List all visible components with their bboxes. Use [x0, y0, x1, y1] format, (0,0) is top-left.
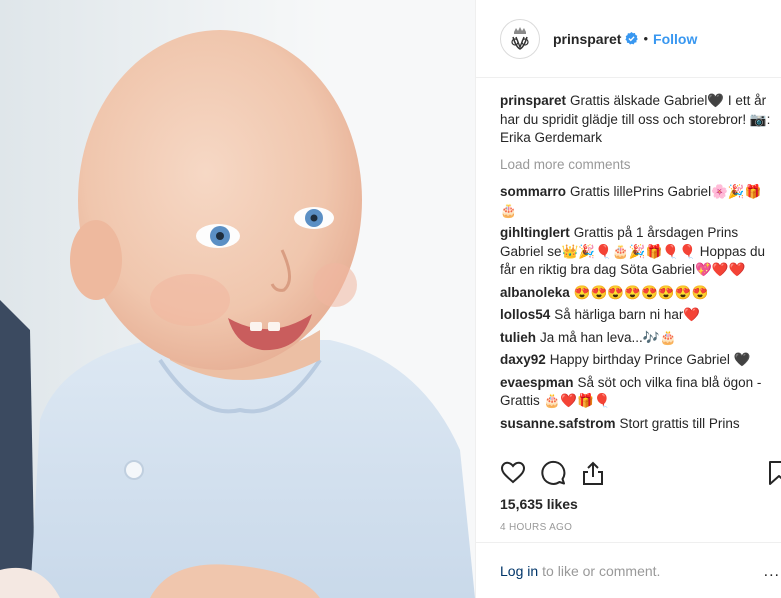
comment-text: Så härliga barn ni har❤️ [554, 307, 701, 322]
comment-icon[interactable] [540, 460, 566, 486]
verified-badge-icon [625, 32, 639, 45]
comment-username[interactable]: daxy92 [500, 352, 546, 367]
avatar[interactable] [500, 18, 540, 59]
comment-username[interactable]: albanoleka [500, 285, 570, 300]
heart-icon[interactable] [500, 460, 526, 486]
caption: prinsparet Grattis älskade Gabriel🖤 I ett… [500, 92, 777, 148]
list-item: albanoleka 😍😍😍😍😍😍😍😍 [500, 284, 777, 303]
login-prompt-text: to like or comment. [542, 562, 661, 579]
list-item: daxy92 Happy birthday Prince Gabriel 🖤 [500, 351, 777, 370]
list-item: susanne.safstrom Stort grattis till Prins [500, 415, 777, 434]
post-actions [500, 460, 781, 490]
post-timestamp[interactable]: 4 HOURS AGO [500, 522, 572, 533]
comment-text: Ja må han leva...🎶🎂 [540, 329, 677, 345]
list-item: tulieh Ja må han leva...🎶🎂 [500, 329, 777, 348]
comment-username[interactable]: lollos54 [500, 307, 550, 322]
list-item: gihltinglert Grattis på 1 årsdagen Prins … [500, 224, 777, 280]
login-link[interactable]: Log in [500, 563, 538, 579]
comment-username[interactable]: susanne.safstrom [500, 416, 616, 431]
comments-list[interactable]: prinsparet Grattis älskade Gabriel🖤 I ett… [500, 92, 777, 455]
post-header: prinsparet • Follow [476, 0, 781, 78]
more-options-icon[interactable]: ... [764, 563, 780, 581]
separator-dot: • [643, 31, 649, 46]
crown-monogram-icon [505, 23, 535, 54]
load-more-comments-link[interactable]: Load more comments [500, 156, 777, 175]
comment-username[interactable]: gihltinglert [500, 225, 570, 240]
comment-username[interactable]: evaespman [500, 375, 574, 390]
post-username[interactable]: prinsparet [553, 31, 621, 47]
caption-username[interactable]: prinsparet [500, 93, 566, 108]
list-item: lollos54 Så härliga barn ni har❤️ [500, 306, 777, 325]
login-footer: Log in to like or comment. ... [476, 542, 781, 598]
list-item: sommarro Grattis lillePrins Gabriel🌸🎉🎁🎂 [500, 183, 777, 220]
follow-button[interactable]: Follow [653, 31, 697, 47]
comment-username[interactable]: sommarro [500, 184, 566, 199]
post-side-panel: prinsparet • Follow prinsparet Grattis äl… [475, 0, 781, 598]
baby-photo-illustration [0, 0, 475, 598]
comment-username[interactable]: tulieh [500, 330, 536, 345]
bookmark-icon[interactable] [766, 460, 781, 486]
likes-count[interactable]: 15,635 likes [500, 496, 578, 512]
share-icon[interactable] [580, 460, 606, 486]
comment-text: Stort grattis till Prins [619, 415, 740, 431]
comment-text: Happy birthday Prince Gabriel 🖤 [549, 352, 751, 367]
list-item: evaespman Så söt och vilka fina blå ögon … [500, 374, 777, 411]
post-photo [0, 0, 475, 598]
comment-text: 😍😍😍😍😍😍😍😍 [573, 284, 709, 300]
